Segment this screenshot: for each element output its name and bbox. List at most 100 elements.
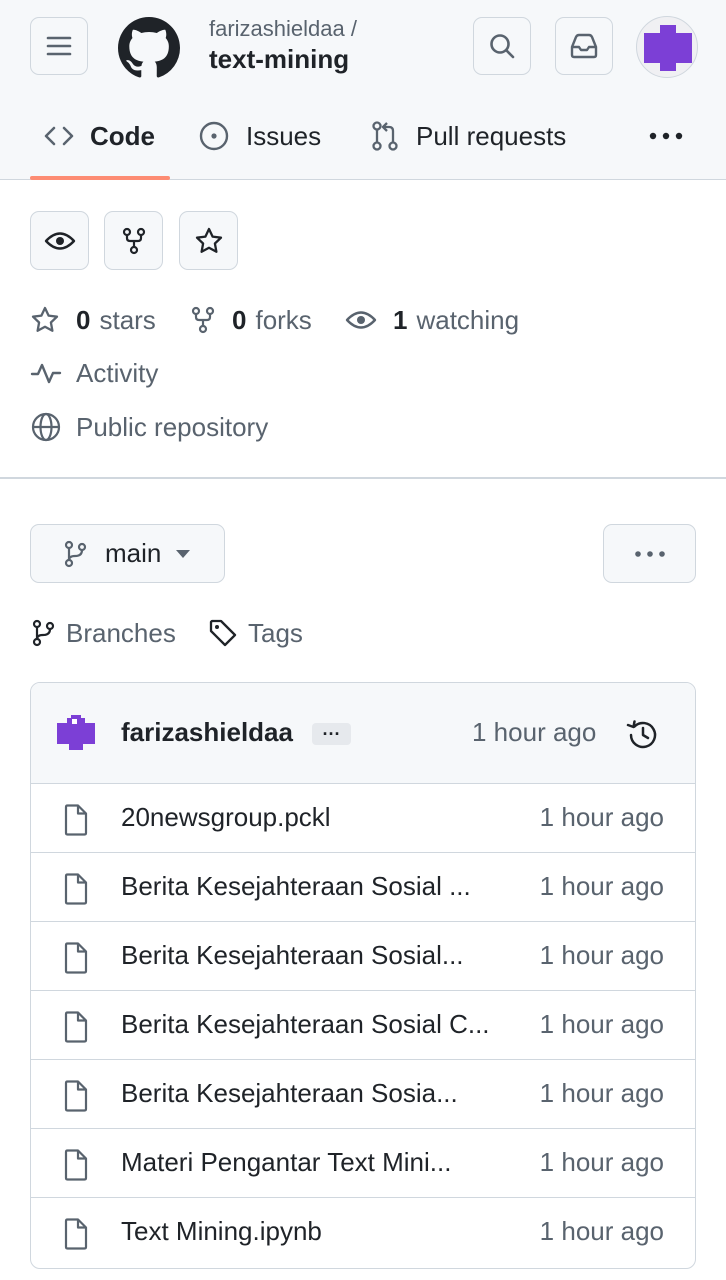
file-name[interactable]: Berita Kesejahteraan Sosial C... xyxy=(121,1009,490,1040)
file-row[interactable]: Berita Kesejahteraan Sosial C... 1 hour a… xyxy=(31,991,695,1060)
pull-request-icon xyxy=(372,121,398,151)
file-row[interactable]: Berita Kesejahteraan Sosial... 1 hour ago xyxy=(31,922,695,991)
file-row[interactable]: Materi Pengantar Text Mini... 1 hour ago xyxy=(31,1129,695,1198)
file-browser: farizashieldaa ··· 1 hour ago 20newsgrou… xyxy=(30,682,696,1269)
branch-icon xyxy=(64,540,87,567)
file-commit-time[interactable]: 1 hour ago xyxy=(540,1216,664,1247)
repo-name[interactable]: text-mining xyxy=(209,44,349,75)
fork-button[interactable] xyxy=(104,211,163,270)
file-icon-wrap xyxy=(63,1218,89,1255)
branches-label: Branches xyxy=(66,617,176,648)
commit-author-avatar[interactable] xyxy=(57,715,95,753)
repo-owner[interactable]: farizashieldaa / xyxy=(209,16,357,42)
watching-count: 1 xyxy=(393,304,408,335)
file-name[interactable]: Text Mining.ipynb xyxy=(121,1216,322,1247)
stars-stat[interactable]: 0 stars xyxy=(30,302,156,338)
visibility-info: Public repository xyxy=(30,409,268,445)
watching-label: watching xyxy=(416,304,520,335)
file-commit-time[interactable]: 1 hour ago xyxy=(540,1009,664,1040)
file-name[interactable]: Materi Pengantar Text Mini... xyxy=(121,1147,451,1178)
tags-label: Tags xyxy=(248,617,303,648)
watching-stat[interactable]: 1 watching xyxy=(345,302,519,338)
activity-link[interactable]: Activity xyxy=(30,355,158,391)
inbox-button[interactable] xyxy=(555,17,613,75)
inbox-icon xyxy=(570,33,598,59)
activity-label: Activity xyxy=(76,357,159,388)
tab-pull-requests[interactable]: Pull requests xyxy=(370,116,566,156)
eye-icon xyxy=(345,311,377,329)
visibility-label: Public repository xyxy=(76,411,269,442)
file-commit-time[interactable]: 1 hour ago xyxy=(540,802,664,833)
fork-icon xyxy=(122,227,145,254)
file-icon-wrap xyxy=(63,1080,89,1117)
globe-icon xyxy=(31,412,61,442)
file-commit-time[interactable]: 1 hour ago xyxy=(540,1147,664,1178)
forks-stat[interactable]: 0 forks xyxy=(190,302,312,338)
file-name[interactable]: Berita Kesejahteraan Sosia... xyxy=(121,1078,458,1109)
file-icon xyxy=(64,1218,88,1250)
file-commit-time[interactable]: 1 hour ago xyxy=(540,871,664,902)
file-icon-wrap xyxy=(63,873,89,910)
file-name[interactable]: 20newsgroup.pckl xyxy=(121,802,331,833)
identicon-avatar xyxy=(644,25,692,71)
stars-label: stars xyxy=(99,304,156,335)
fork-icon xyxy=(191,306,215,334)
caret-down-icon xyxy=(176,549,191,558)
github-logo[interactable] xyxy=(118,17,180,79)
tag-icon xyxy=(209,619,237,647)
star-button[interactable] xyxy=(179,211,238,270)
search-button[interactable] xyxy=(473,17,531,75)
tab-issues[interactable]: Issues xyxy=(198,116,321,156)
file-commit-time[interactable]: 1 hour ago xyxy=(540,940,664,971)
tab-pulls-label: Pull requests xyxy=(416,120,567,151)
commit-message-toggle[interactable]: ··· xyxy=(312,723,351,745)
file-icon-wrap xyxy=(63,1011,89,1048)
repo-more-button[interactable] xyxy=(603,524,696,583)
forks-count: 0 xyxy=(232,304,247,335)
eye-icon xyxy=(44,231,75,250)
branch-icon xyxy=(32,619,55,647)
selected-tab-indicator xyxy=(30,176,170,180)
tab-issues-label: Issues xyxy=(246,120,322,151)
file-icon xyxy=(64,1011,88,1043)
hamburger-icon xyxy=(46,36,72,56)
user-avatar[interactable] xyxy=(636,16,698,78)
file-icon xyxy=(64,1149,88,1181)
tab-code-label: Code xyxy=(90,120,155,151)
file-row[interactable]: Berita Kesejahteraan Sosial ... 1 hour ag… xyxy=(31,853,695,922)
file-row[interactable]: Berita Kesejahteraan Sosia... 1 hour ago xyxy=(31,1060,695,1129)
file-icon xyxy=(64,942,88,974)
watch-button[interactable] xyxy=(30,211,89,270)
file-icon-wrap xyxy=(63,804,89,841)
pulse-icon xyxy=(30,363,62,384)
file-row[interactable]: Text Mining.ipynb 1 hour ago xyxy=(31,1198,695,1267)
file-icon xyxy=(64,804,88,836)
branch-name: main xyxy=(105,538,162,568)
file-name[interactable]: Berita Kesejahteraan Sosial... xyxy=(121,940,464,971)
branch-select-button[interactable]: main xyxy=(30,524,225,583)
stars-count: 0 xyxy=(76,304,91,335)
star-icon xyxy=(195,227,222,253)
kebab-horizontal-icon xyxy=(634,550,665,557)
latest-commit-bar: farizashieldaa ··· 1 hour ago xyxy=(31,683,695,784)
tabs-overflow-button[interactable] xyxy=(646,118,686,154)
tab-code[interactable]: Code xyxy=(44,116,155,156)
forks-label: forks xyxy=(255,304,312,335)
file-icon-wrap xyxy=(63,1149,89,1186)
file-name[interactable]: Berita Kesejahteraan Sosial ... xyxy=(121,871,471,902)
issue-icon xyxy=(199,121,229,151)
tags-link[interactable]: Tags xyxy=(208,615,303,651)
menu-button[interactable] xyxy=(30,17,88,75)
app-header: farizashieldaa / text-mining Code Issues… xyxy=(0,0,726,180)
history-icon[interactable] xyxy=(625,719,659,751)
file-commit-time[interactable]: 1 hour ago xyxy=(540,1078,664,1109)
code-icon xyxy=(44,126,74,146)
commit-author[interactable]: farizashieldaa xyxy=(121,717,293,748)
branches-link[interactable]: Branches xyxy=(30,615,176,651)
file-icon xyxy=(64,1080,88,1112)
file-row[interactable]: 20newsgroup.pckl 1 hour ago xyxy=(31,784,695,853)
file-icon xyxy=(64,873,88,905)
commit-time[interactable]: 1 hour ago xyxy=(472,717,596,748)
search-icon xyxy=(490,34,515,59)
star-icon xyxy=(31,306,59,332)
